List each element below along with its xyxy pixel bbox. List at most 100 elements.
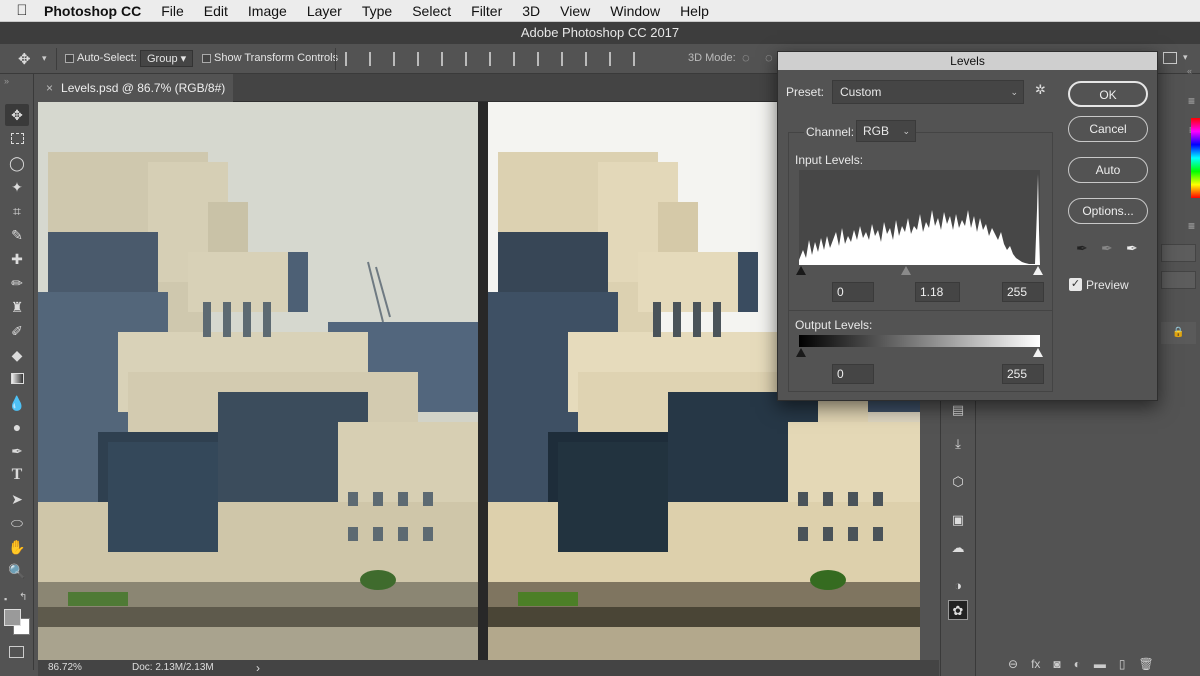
- ellipse-tool-icon[interactable]: ⬭: [5, 512, 29, 534]
- chevron-down-icon[interactable]: ▾: [1183, 52, 1188, 63]
- menu-window[interactable]: Window: [610, 3, 660, 19]
- history-brush-icon[interactable]: ✐: [5, 320, 29, 342]
- output-black-slider[interactable]: [796, 348, 806, 357]
- fill-field[interactable]: [1161, 271, 1196, 289]
- menu-type[interactable]: Type: [362, 3, 392, 19]
- path-selection-icon[interactable]: ➤: [5, 488, 29, 510]
- color-spectrum-bar[interactable]: [1191, 118, 1200, 198]
- healing-brush-icon[interactable]: ✚: [5, 248, 29, 270]
- align-vcenter-icon[interactable]: [369, 52, 381, 66]
- preset-dropdown[interactable]: Custom ⌄: [832, 80, 1024, 104]
- foreground-color-swatch[interactable]: [4, 609, 21, 626]
- eraser-tool-icon[interactable]: ◆: [5, 344, 29, 366]
- collapse-icon[interactable]: «: [1187, 66, 1192, 76]
- brush-tool-icon[interactable]: ✏: [5, 272, 29, 294]
- import-icon[interactable]: ⤓: [948, 434, 968, 454]
- distribute-left-icon[interactable]: [561, 52, 573, 66]
- input-white-field[interactable]: 255: [1002, 282, 1044, 302]
- new-group-icon[interactable]: ▬: [1094, 657, 1106, 671]
- magic-wand-icon[interactable]: ✦: [5, 176, 29, 198]
- menu-select[interactable]: Select: [412, 3, 451, 19]
- align-bottom-icon[interactable]: [393, 52, 405, 66]
- panel-menu-icon[interactable]: ≡: [1188, 94, 1195, 108]
- menu-image[interactable]: Image: [248, 3, 287, 19]
- input-black-field[interactable]: 0: [832, 282, 874, 302]
- link-layers-icon[interactable]: ⊖: [1008, 657, 1018, 671]
- align-top-icon[interactable]: [345, 52, 357, 66]
- quick-mask-icon[interactable]: [9, 646, 24, 658]
- 3d-roll-icon[interactable]: ◌: [765, 50, 773, 65]
- eyedropper-tool-icon[interactable]: ✎: [5, 224, 29, 246]
- blur-tool-icon[interactable]: 💧: [5, 392, 29, 414]
- clone-stamp-icon[interactable]: ♜: [5, 296, 29, 318]
- output-white-slider[interactable]: [1033, 348, 1043, 357]
- distribute-right-icon[interactable]: [609, 52, 621, 66]
- auto-select-checkbox[interactable]: [65, 54, 74, 63]
- adjustment-layer-icon[interactable]: ◐: [1074, 657, 1081, 671]
- document-tab[interactable]: ×Levels.psd @ 86.7% (RGB/8#) *: [38, 74, 233, 123]
- device-preview-icon[interactable]: ▣: [948, 510, 968, 530]
- opacity-field[interactable]: [1161, 244, 1196, 262]
- channel-dropdown[interactable]: RGB ⌄: [856, 120, 916, 142]
- transform-controls-checkbox[interactable]: [202, 54, 211, 63]
- marquee-tool-icon[interactable]: [5, 128, 29, 150]
- menu-edit[interactable]: Edit: [204, 3, 228, 19]
- hand-tool-icon[interactable]: ✋: [5, 536, 29, 558]
- apple-icon[interactable]: : [0, 2, 44, 19]
- preset-options-gear-icon[interactable]: ✲: [1035, 82, 1046, 98]
- adjustments-icon[interactable]: ◑: [948, 576, 968, 596]
- distribute-hcenter-icon[interactable]: [585, 52, 597, 66]
- cancel-button[interactable]: Cancel: [1068, 116, 1148, 142]
- output-white-field[interactable]: 255: [1002, 364, 1044, 384]
- align-hcenter-icon[interactable]: [441, 52, 453, 66]
- black-eyedropper-icon[interactable]: ✒: [1076, 240, 1088, 257]
- auto-button[interactable]: Auto: [1068, 157, 1148, 183]
- default-colors-icon[interactable]: ▪: [4, 594, 7, 604]
- auto-select-dropdown[interactable]: Group ▾: [140, 50, 194, 67]
- gradient-tool-icon[interactable]: [5, 368, 29, 390]
- 3d-cube-icon[interactable]: ⬡: [948, 472, 968, 492]
- align-left-icon[interactable]: [417, 52, 429, 66]
- align-right-icon[interactable]: [465, 52, 477, 66]
- actions-icon[interactable]: ✿: [948, 600, 968, 620]
- lasso-tool-icon[interactable]: ◯: [5, 152, 29, 174]
- lock-icon[interactable]: 🔒: [1161, 322, 1196, 344]
- fx-icon[interactable]: fx: [1031, 657, 1040, 671]
- zoom-level[interactable]: 86.72%: [48, 660, 82, 676]
- menu-help[interactable]: Help: [680, 3, 709, 19]
- close-tab-icon[interactable]: ×: [46, 81, 53, 95]
- swap-colors-icon[interactable]: ↰: [19, 592, 27, 603]
- white-eyedropper-icon[interactable]: ✒: [1126, 240, 1138, 257]
- new-layer-icon[interactable]: ▯: [1119, 657, 1126, 671]
- gray-eyedropper-icon[interactable]: ✒: [1101, 240, 1113, 257]
- workspace-icon[interactable]: [1163, 52, 1177, 64]
- 3d-orbit-icon[interactable]: ◌: [742, 50, 750, 65]
- status-menu-arrow[interactable]: ›: [256, 660, 260, 676]
- creative-cloud-icon[interactable]: ☁: [948, 538, 968, 558]
- input-gamma-slider[interactable]: [901, 266, 911, 275]
- output-black-field[interactable]: 0: [832, 364, 874, 384]
- menu-filter[interactable]: Filter: [471, 3, 502, 19]
- ok-button[interactable]: OK: [1068, 81, 1148, 107]
- input-white-slider[interactable]: [1033, 266, 1043, 275]
- notes-icon[interactable]: ▤: [948, 400, 968, 420]
- move-tool-icon[interactable]: ✥: [5, 104, 29, 126]
- menu-file[interactable]: File: [161, 3, 184, 19]
- move-tool-icon[interactable]: ✥: [18, 50, 31, 68]
- menu-view[interactable]: View: [560, 3, 590, 19]
- preview-checkbox[interactable]: ✓: [1069, 278, 1082, 291]
- collapse-icon[interactable]: »: [4, 76, 9, 86]
- menu-layer[interactable]: Layer: [307, 3, 342, 19]
- dodge-tool-icon[interactable]: ●: [5, 416, 29, 438]
- delete-layer-icon[interactable]: 🗑: [1139, 657, 1154, 671]
- distribute-vcenter-icon[interactable]: [513, 52, 525, 66]
- distribute-bottom-icon[interactable]: [537, 52, 549, 66]
- panel-menu-icon[interactable]: ≡: [1188, 219, 1195, 233]
- zoom-tool-icon[interactable]: 🔍: [5, 560, 29, 582]
- pen-tool-icon[interactable]: ✒: [5, 440, 29, 462]
- crop-tool-icon[interactable]: ⌗: [5, 200, 29, 222]
- chevron-down-icon[interactable]: ▾: [42, 53, 47, 64]
- options-button[interactable]: Options...: [1068, 198, 1148, 224]
- menu-app-name[interactable]: Photoshop CC: [44, 3, 141, 19]
- distribute-top-icon[interactable]: [489, 52, 501, 66]
